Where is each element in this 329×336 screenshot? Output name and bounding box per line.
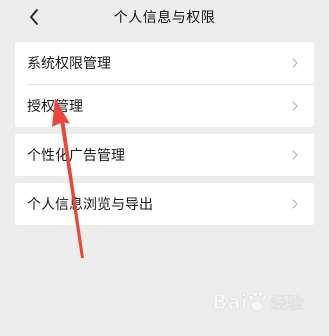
chevron-right-icon xyxy=(292,199,298,209)
menu-item-label: 个性化广告管理 xyxy=(27,148,125,164)
chevron-right-icon xyxy=(292,150,298,160)
page-title: 个人信息与权限 xyxy=(113,10,216,26)
nav-bar: 个人信息与权限 xyxy=(0,0,329,34)
menu-item-personal-info-export[interactable]: 个人信息浏览与导出 xyxy=(15,183,314,225)
svg-text:Bai: Bai xyxy=(212,290,248,314)
menu-item-label: 个人信息浏览与导出 xyxy=(27,197,153,213)
baidu-jingyan-watermark: Bai 经验 xyxy=(212,290,304,315)
menu-item-label: 授权管理 xyxy=(27,99,83,115)
menu-item-system-permissions[interactable]: 系统权限管理 xyxy=(15,42,314,84)
settings-screen: 个人信息与权限 系统权限管理 授权管理 个性化广告管理 个人信息浏览与导出 Ba… xyxy=(0,0,329,336)
ads-group: 个性化广告管理 xyxy=(15,134,314,176)
chevron-left-icon xyxy=(30,9,38,25)
menu-item-personalized-ads[interactable]: 个性化广告管理 xyxy=(15,134,314,176)
paw-logo xyxy=(248,291,268,312)
permissions-group: 系统权限管理 授权管理 xyxy=(15,42,314,127)
menu-item-label: 系统权限管理 xyxy=(27,56,111,72)
back-button[interactable] xyxy=(22,5,46,29)
chevron-right-icon xyxy=(292,58,298,68)
svg-text:经验: 经验 xyxy=(270,294,304,314)
export-group: 个人信息浏览与导出 xyxy=(15,183,314,225)
chevron-right-icon xyxy=(292,101,298,111)
menu-item-authorization[interactable]: 授权管理 xyxy=(15,85,314,127)
